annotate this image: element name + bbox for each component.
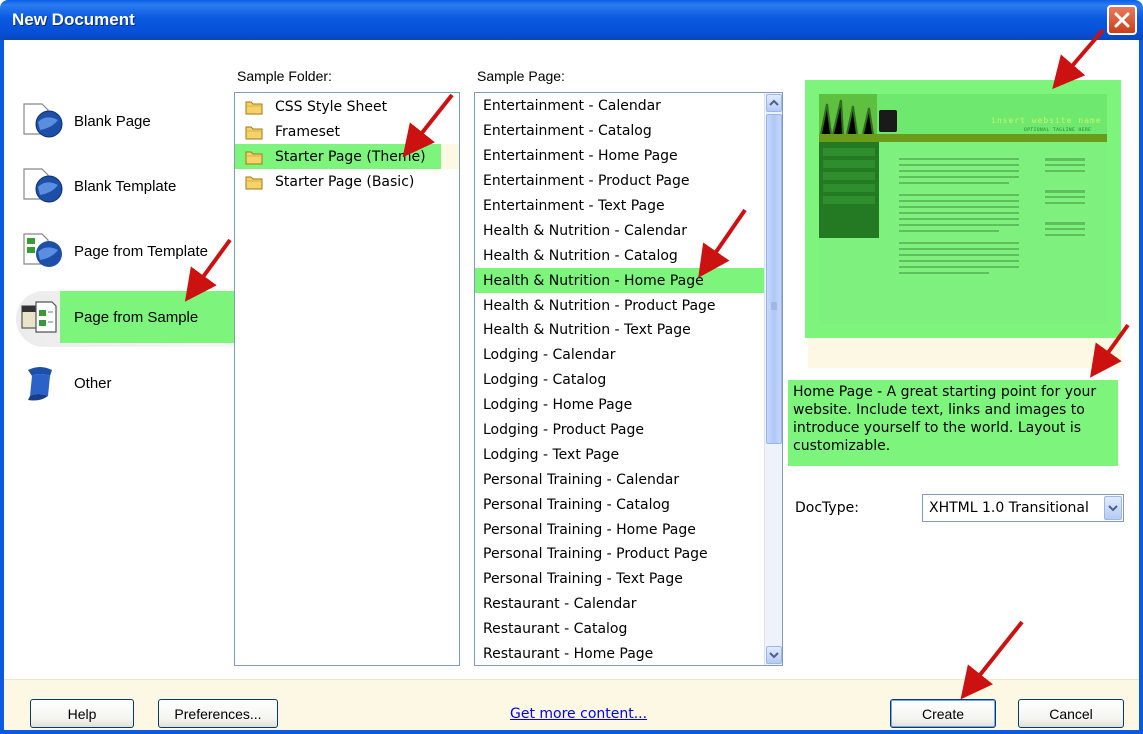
page-item-selected[interactable]: Health & Nutrition - Home Page xyxy=(475,268,765,294)
blank-page-icon xyxy=(23,103,63,138)
sample-folder-label: Sample Folder: xyxy=(237,68,332,84)
category-page-from-sample[interactable]: Page from Sample xyxy=(18,296,198,338)
category-label: Blank Template xyxy=(74,177,177,195)
doctype-value: XHTML 1.0 Transitional xyxy=(929,500,1089,516)
category-label: Page from Template xyxy=(74,242,208,260)
page-item[interactable]: Entertainment - Product Page xyxy=(475,169,765,194)
folder-label: Frameset xyxy=(275,123,341,140)
folder-item-selected[interactable]: Starter Page (Theme) xyxy=(235,144,459,169)
chevron-up-icon xyxy=(769,99,779,106)
window-title: New Document xyxy=(12,10,135,29)
page-item[interactable]: Health & Nutrition - Text Page xyxy=(475,318,765,343)
preview-tagline: OPTIONAL TAGLINE HERE xyxy=(1024,128,1092,133)
cancel-button[interactable]: Cancel xyxy=(1018,699,1124,728)
chevron-down-icon xyxy=(1108,505,1118,512)
grip-icon xyxy=(771,302,777,310)
folder-icon xyxy=(245,151,263,164)
folder-label: Starter Page (Basic) xyxy=(275,173,415,190)
page-item[interactable]: Personal Training - Product Page xyxy=(475,542,765,567)
folder-item[interactable]: Frameset xyxy=(235,119,459,144)
category-blank-template[interactable]: Blank Template xyxy=(18,165,176,207)
page-item[interactable]: Entertainment - Text Page xyxy=(475,194,765,219)
page-preview: insert website name OPTIONAL TAGLINE HER… xyxy=(805,80,1121,338)
page-item[interactable]: Health & Nutrition - Calendar xyxy=(475,218,765,243)
folder-icon xyxy=(245,176,263,189)
page-item[interactable]: Entertainment - Catalog xyxy=(475,119,765,144)
page-item[interactable]: Personal Training - Text Page xyxy=(475,567,765,592)
title-bar: New Document xyxy=(0,0,1143,40)
doctype-label: DocType: xyxy=(795,500,859,516)
scroll-down-button[interactable] xyxy=(766,646,782,664)
folder-label: CSS Style Sheet xyxy=(275,98,388,115)
page-item[interactable]: Lodging - Calendar xyxy=(475,343,765,368)
category-page-from-template[interactable]: Page from Template xyxy=(18,230,208,272)
sample-folder-list[interactable]: CSS Style Sheet Frameset Starter Page (T… xyxy=(234,92,460,666)
page-item[interactable]: Personal Training - Catalog xyxy=(475,492,765,517)
page-item[interactable]: Entertainment - Calendar xyxy=(475,94,765,119)
sample-page-list[interactable]: Entertainment - Calendar Entertainment -… xyxy=(474,92,783,666)
folder-icon xyxy=(245,101,263,114)
page-list-scrollbar[interactable] xyxy=(764,93,782,665)
page-item[interactable]: Restaurant - Home Page xyxy=(475,642,765,665)
blank-template-icon xyxy=(23,168,63,203)
get-more-content-link[interactable]: Get more content... xyxy=(510,706,647,722)
page-item[interactable]: Health & Nutrition - Product Page xyxy=(475,293,765,318)
preferences-button[interactable]: Preferences... xyxy=(158,699,278,728)
close-button[interactable] xyxy=(1107,5,1137,35)
folder-icon xyxy=(245,126,263,139)
page-item[interactable]: Health & Nutrition - Catalog xyxy=(475,243,765,268)
other-icon xyxy=(28,367,52,401)
scroll-thumb[interactable] xyxy=(766,114,782,444)
page-item[interactable]: Lodging - Text Page xyxy=(475,442,765,467)
close-icon xyxy=(1114,12,1130,28)
preview-caption-bg xyxy=(808,338,1121,368)
help-button[interactable]: Help xyxy=(30,699,134,728)
page-item[interactable]: Lodging - Home Page xyxy=(475,393,765,418)
folder-label: Starter Page (Theme) xyxy=(275,148,426,165)
folder-item[interactable]: Starter Page (Basic) xyxy=(235,169,459,194)
doctype-select[interactable]: XHTML 1.0 Transitional xyxy=(922,494,1124,522)
category-other[interactable]: Other xyxy=(18,362,112,404)
page-from-sample-icon xyxy=(21,301,57,333)
create-button[interactable]: Create xyxy=(890,699,996,728)
category-label: Blank Page xyxy=(74,112,151,130)
folder-item[interactable]: CSS Style Sheet xyxy=(235,94,459,119)
category-label: Page from Sample xyxy=(74,308,199,326)
page-item[interactable]: Entertainment - Home Page xyxy=(475,144,765,169)
category-blank-page[interactable]: Blank Page xyxy=(18,100,151,142)
preview-thumbnail: insert website name OPTIONAL TAGLINE HER… xyxy=(819,94,1107,324)
page-item[interactable]: Restaurant - Catalog xyxy=(475,617,765,642)
sample-page-label: Sample Page: xyxy=(477,68,565,84)
category-label: Other xyxy=(74,374,112,392)
page-from-template-icon xyxy=(23,233,62,267)
chevron-down-icon xyxy=(769,652,779,659)
page-item[interactable]: Lodging - Catalog xyxy=(475,368,765,393)
dropdown-button[interactable] xyxy=(1104,496,1122,520)
page-item[interactable]: Personal Training - Home Page xyxy=(475,517,765,542)
preview-site-name: insert website name xyxy=(991,116,1102,125)
page-description: Home Page - A great starting point for y… xyxy=(788,380,1118,466)
page-item[interactable]: Restaurant - Calendar xyxy=(475,592,765,617)
page-item[interactable]: Personal Training - Calendar xyxy=(475,467,765,492)
page-item[interactable]: Lodging - Product Page xyxy=(475,418,765,443)
scroll-up-button[interactable] xyxy=(766,94,782,112)
